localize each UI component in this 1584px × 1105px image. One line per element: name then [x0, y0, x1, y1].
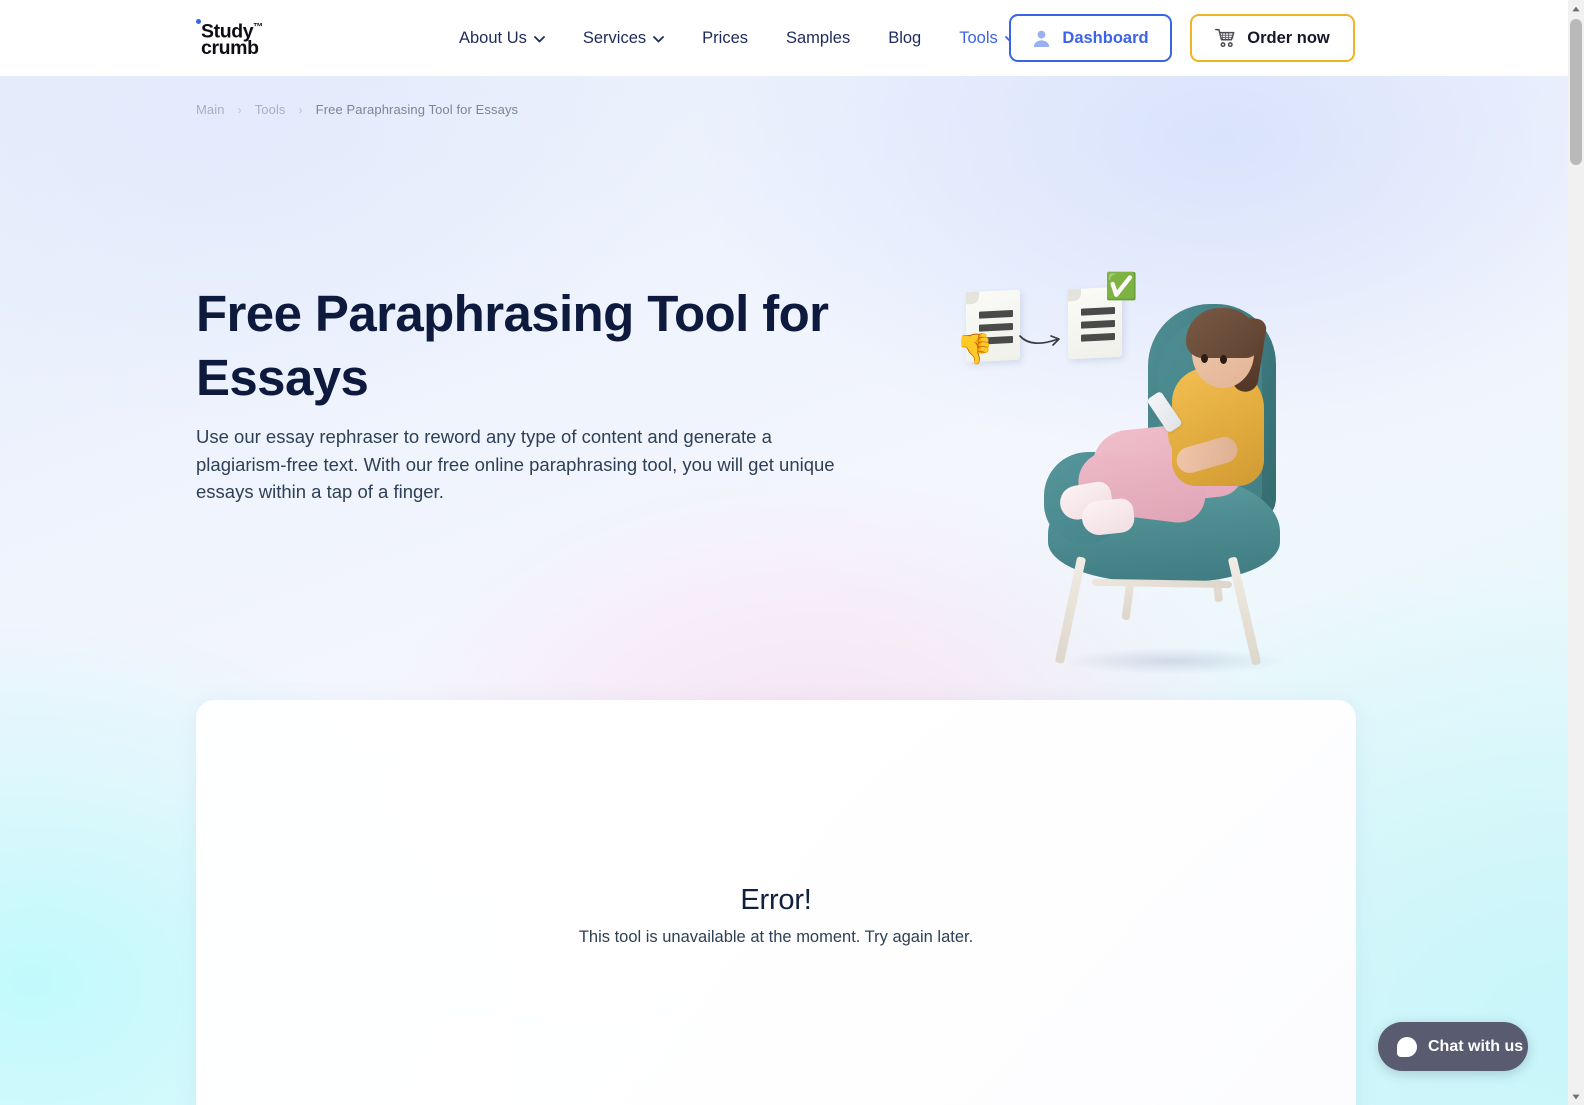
- scrollbar-thumb[interactable]: [1570, 19, 1582, 165]
- nav-label: Tools: [959, 28, 998, 47]
- chair-crossbar: [1091, 578, 1233, 589]
- nav-item-prices[interactable]: Prices: [683, 0, 767, 76]
- browser-viewport: Study™ crumb About Us Services Prices Sa…: [0, 0, 1568, 1105]
- scrollbar-up-arrow-icon[interactable]: [1568, 0, 1584, 17]
- logo-line-2: crumb: [201, 37, 259, 59]
- person-eye: [1220, 355, 1227, 364]
- hero-illustration: 👎 ✅: [920, 201, 1350, 701]
- nav-label: Blog: [888, 28, 922, 47]
- order-now-button[interactable]: Order now: [1190, 14, 1355, 62]
- page-title: Free Paraphrasing Tool for Essays: [196, 285, 829, 406]
- shopping-cart-icon: [1215, 28, 1236, 48]
- hero-subtitle: Use our essay rephraser to reword any ty…: [196, 426, 835, 502]
- user-icon: [1032, 29, 1051, 48]
- chat-with-us-button[interactable]: Chat with us: [1378, 1022, 1528, 1071]
- main-nav: About Us Services Prices Samples Blog To…: [440, 0, 1035, 76]
- vertical-scrollbar[interactable]: [1568, 0, 1584, 1105]
- breadcrumb: Main › Tools › Free Paraphrasing Tool fo…: [196, 102, 518, 117]
- nav-item-blog[interactable]: Blog: [869, 0, 940, 76]
- nav-label: Services: [582, 28, 647, 47]
- breadcrumb-item-current: Free Paraphrasing Tool for Essays: [315, 102, 519, 117]
- nav-item-samples[interactable]: Samples: [767, 0, 869, 76]
- woman-on-chair-with-phone-illustration: [1030, 256, 1330, 686]
- dashboard-button[interactable]: Dashboard: [1009, 14, 1172, 62]
- error-title: Error!: [740, 884, 812, 916]
- header-actions: Dashboard Order now: [1009, 14, 1355, 62]
- chat-bubble-icon: [1397, 1036, 1417, 1057]
- page-root: Study™ crumb About Us Services Prices Sa…: [0, 0, 1584, 1105]
- site-header: Study™ crumb About Us Services Prices Sa…: [0, 0, 1568, 76]
- error-message: Error! This tool is unavailable at the m…: [196, 882, 1356, 948]
- nav-item-about-us[interactable]: About Us: [440, 0, 564, 76]
- check-mark-icon: ✅: [1105, 271, 1138, 301]
- person-sock: [1080, 497, 1136, 537]
- nav-label: About Us: [459, 28, 527, 47]
- breadcrumb-item-tools[interactable]: Tools: [255, 102, 286, 117]
- breadcrumb-item-main[interactable]: Main: [196, 102, 225, 117]
- dashboard-button-label: Dashboard: [1062, 28, 1149, 47]
- thumbs-down-icon: 👎: [956, 333, 994, 366]
- hero-section: Main › Tools › Free Paraphrasing Tool fo…: [0, 76, 1568, 1105]
- scrollbar-down-arrow-icon[interactable]: [1568, 1088, 1584, 1105]
- order-now-button-label: Order now: [1247, 28, 1330, 47]
- logo-trademark: ™: [253, 22, 264, 33]
- chevron-down-icon: [653, 35, 665, 43]
- paraphrasing-tool-card: Error! This tool is unavailable at the m…: [196, 700, 1356, 1105]
- breadcrumb-separator-icon: ›: [237, 102, 242, 117]
- chat-widget-label: Chat with us: [1428, 1037, 1524, 1055]
- nav-label: Samples: [786, 28, 851, 47]
- person-eye: [1201, 354, 1208, 363]
- chair-leg: [1054, 556, 1087, 664]
- logo[interactable]: Study™ crumb: [196, 17, 316, 61]
- nav-label: Prices: [702, 28, 748, 47]
- nav-item-services[interactable]: Services: [564, 0, 683, 76]
- error-description: This tool is unavailable at the moment. …: [578, 928, 974, 946]
- breadcrumb-separator-icon: ›: [298, 102, 303, 117]
- chevron-down-icon: [533, 35, 545, 43]
